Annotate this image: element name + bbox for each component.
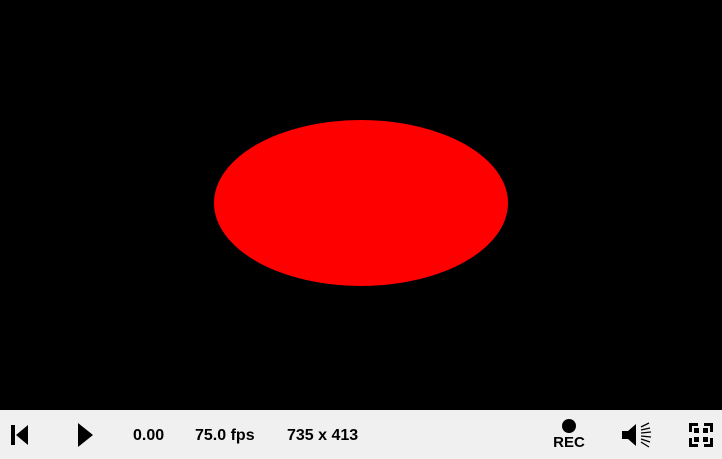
resolution-readout: 735 x 413 — [287, 427, 359, 444]
fps-readout: 75.0 fps — [195, 427, 255, 444]
record-control: REC — [553, 419, 585, 450]
red-ellipse — [214, 120, 508, 286]
rewind-button[interactable] — [2, 410, 38, 459]
play-icon — [78, 422, 93, 447]
skip-to-start-icon — [11, 424, 28, 445]
fullscreen-button[interactable] — [684, 410, 718, 459]
play-button[interactable] — [66, 410, 104, 459]
canvas-svg — [0, 0, 722, 410]
control-bar: 0.00 75.0 fps 735 x 413 REC — [0, 410, 722, 459]
fullscreen-icon — [689, 422, 713, 447]
volume-icon — [622, 421, 652, 448]
shader-player: 0.00 75.0 fps 735 x 413 REC — [0, 0, 722, 459]
record-label: REC — [553, 434, 585, 451]
record-icon — [561, 419, 576, 433]
render-canvas[interactable] — [0, 0, 722, 410]
record-button[interactable]: REC — [546, 410, 592, 459]
time-readout: 0.00 — [133, 427, 165, 444]
volume-button[interactable] — [616, 410, 656, 459]
